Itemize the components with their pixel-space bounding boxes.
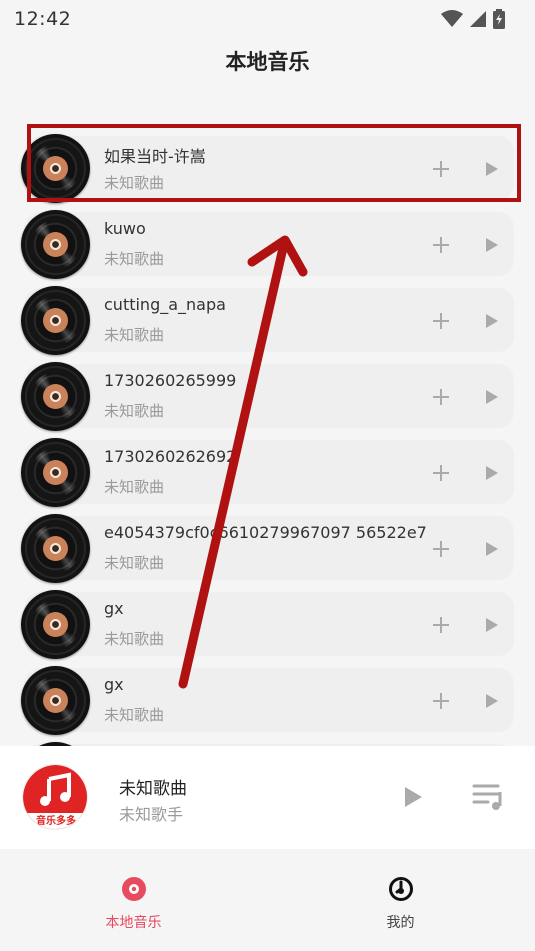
list-item[interactable]: cutting_a_napa 未知歌曲 [0, 282, 535, 358]
add-icon[interactable] [428, 460, 454, 486]
now-playing-artist: 未知歌手 [119, 805, 184, 824]
add-icon[interactable] [428, 612, 454, 638]
song-title: gx [104, 599, 124, 618]
tab-label: 我的 [386, 915, 415, 931]
list-item[interactable] [0, 738, 535, 746]
play-icon[interactable] [479, 232, 505, 258]
song-title: e4054379cf0c6610279967097 56522e7 [104, 523, 427, 542]
page-title: 本地音乐 [225, 50, 310, 74]
song-subtitle: 未知歌曲 [104, 326, 165, 344]
vinyl-disc-icon [21, 590, 90, 659]
list-item[interactable]: gx 未知歌曲 [0, 586, 535, 662]
song-subtitle: 未知歌曲 [104, 706, 165, 724]
tab-label: 本地音乐 [105, 915, 162, 931]
clock-disc-icon [389, 877, 413, 901]
add-icon[interactable] [428, 232, 454, 258]
play-icon[interactable] [479, 612, 505, 638]
song-title: kuwo [104, 219, 146, 238]
now-playing-cover[interactable]: 音乐多多 [22, 764, 88, 830]
play-icon[interactable] [479, 688, 505, 714]
add-icon[interactable] [428, 308, 454, 334]
list-item[interactable]: e4054379cf0c6610279967097 56522e7 未知歌曲 [0, 510, 535, 586]
song-subtitle: 未知歌曲 [104, 630, 165, 648]
vinyl-disc-icon [21, 362, 90, 431]
status-time: 12:42 [14, 8, 72, 30]
song-title: 1730260265999 [104, 371, 237, 390]
vinyl-disc-icon [21, 666, 90, 735]
now-playing-title: 未知歌曲 [119, 779, 187, 799]
list-item[interactable]: gx 未知歌曲 [0, 662, 535, 738]
status-icons [441, 9, 505, 29]
song-title: 1730260262692 [104, 447, 237, 466]
bottom-nav: 本地音乐 我的 [0, 849, 535, 951]
list-item[interactable]: 1730260262692 未知歌曲 [0, 434, 535, 510]
vinyl-disc-icon [21, 514, 90, 583]
wifi-icon [441, 10, 463, 27]
play-icon[interactable] [479, 308, 505, 334]
song-subtitle: 未知歌曲 [104, 250, 165, 268]
song-subtitle: 未知歌曲 [104, 554, 165, 572]
add-icon[interactable] [428, 688, 454, 714]
song-subtitle: 未知歌曲 [104, 402, 165, 420]
playlist-icon[interactable] [472, 782, 508, 812]
music-note-icon [40, 772, 71, 806]
battery-icon [493, 9, 505, 29]
cover-logo-text: 音乐多多 [23, 813, 87, 829]
now-playing-bar[interactable]: 音乐多多 未知歌曲 未知歌手 [0, 746, 535, 849]
song-title: gx [104, 675, 124, 694]
vinyl-disc-icon [21, 438, 90, 507]
annotation-highlight-box [27, 124, 521, 202]
play-icon[interactable] [399, 783, 427, 811]
list-item[interactable]: kuwo 未知歌曲 [0, 206, 535, 282]
vinyl-disc-icon [21, 210, 90, 279]
add-icon[interactable] [428, 536, 454, 562]
play-icon[interactable] [479, 536, 505, 562]
list-item[interactable]: 1730260265999 未知歌曲 [0, 358, 535, 434]
add-icon[interactable] [428, 384, 454, 410]
play-icon[interactable] [479, 460, 505, 486]
status-bar: 12:42 [0, 0, 535, 38]
cell-signal-icon [470, 11, 486, 27]
vinyl-disc-icon [21, 286, 90, 355]
song-list[interactable]: 如果当时-许嵩 未知歌曲 kuwo 未知歌曲 cutting_a_napa 未知… [0, 130, 535, 746]
tab-local-music[interactable]: 本地音乐 [0, 849, 267, 951]
play-icon[interactable] [479, 384, 505, 410]
disc-icon [122, 877, 146, 901]
song-title: cutting_a_napa [104, 295, 226, 314]
tab-mine[interactable]: 我的 [267, 849, 534, 951]
song-subtitle: 未知歌曲 [104, 478, 165, 496]
